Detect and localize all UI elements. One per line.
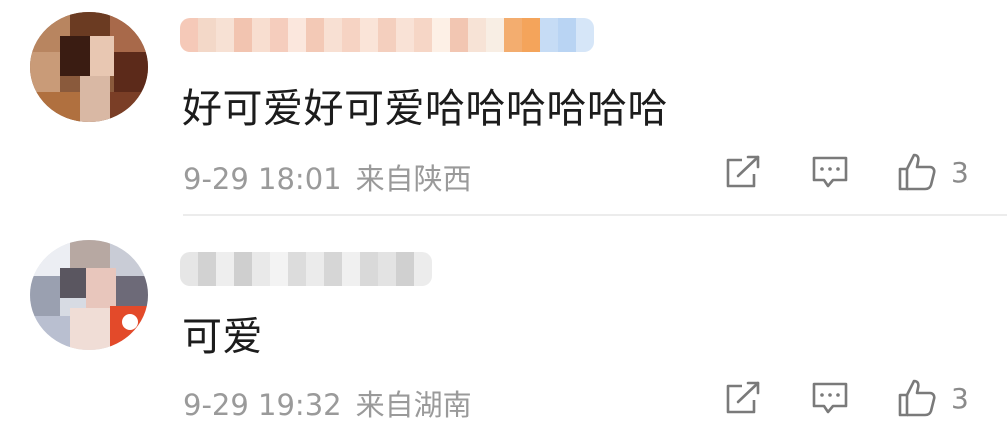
share-button[interactable] [724, 154, 762, 190]
like-button[interactable]: 3 [897, 152, 969, 192]
share-icon [726, 381, 760, 414]
location: 来自陕西 [355, 162, 472, 196]
avatar[interactable] [30, 240, 148, 350]
timestamp: 9-29 18:01 [183, 162, 342, 196]
share-icon [726, 155, 760, 188]
comment-item: 可爱 9-29 19:32 来自湖南 3 [0, 216, 1007, 429]
username[interactable] [180, 252, 432, 286]
like-count: 3 [951, 381, 969, 415]
comment-icon [812, 382, 848, 414]
comment-icon [812, 156, 848, 188]
location: 来自湖南 [355, 388, 472, 422]
thumbs-up-icon [898, 153, 936, 191]
timestamp: 9-29 19:32 [183, 388, 342, 422]
comment-meta: 9-29 19:32 来自湖南 [183, 382, 472, 424]
like-button[interactable]: 3 [897, 378, 969, 418]
comment-item: 好可爱好可爱哈哈哈哈哈哈 9-29 18:01 来自陕西 3 [0, 0, 1007, 214]
share-button[interactable] [724, 380, 762, 416]
comment-text: 好可爱好可爱哈哈哈哈哈哈 [182, 86, 668, 132]
thumbs-up-icon [898, 379, 936, 417]
username[interactable] [180, 18, 594, 52]
avatar[interactable] [30, 12, 148, 122]
comment-text: 可爱 [182, 314, 263, 360]
like-count: 3 [951, 155, 969, 189]
reply-button[interactable] [811, 154, 849, 190]
reply-button[interactable] [811, 380, 849, 416]
comment-meta: 9-29 18:01 来自陕西 [183, 156, 472, 198]
